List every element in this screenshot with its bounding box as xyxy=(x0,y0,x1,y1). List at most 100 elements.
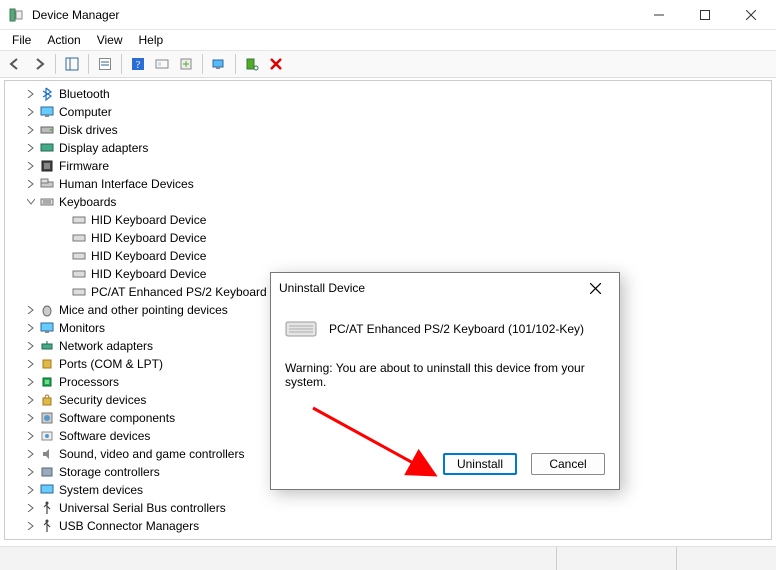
scan-hardware-button[interactable] xyxy=(208,53,230,75)
menubar: File Action View Help xyxy=(0,30,776,50)
tree-node-firmware[interactable]: Firmware xyxy=(5,157,771,175)
tree-node-hid-kb[interactable]: HID Keyboard Device xyxy=(5,211,771,229)
usb-icon xyxy=(39,518,55,534)
keyboard-icon xyxy=(39,194,55,210)
tree-label: Display adapters xyxy=(59,139,148,157)
chevron-right-icon[interactable] xyxy=(25,124,37,136)
cancel-button[interactable]: Cancel xyxy=(531,453,605,475)
tree-node-usb[interactable]: Universal Serial Bus controllers xyxy=(5,499,771,517)
sound-icon xyxy=(39,446,55,462)
chevron-right-icon[interactable] xyxy=(25,322,37,334)
tree-node-displayadapters[interactable]: Display adapters xyxy=(5,139,771,157)
tree-label: USB Connector Managers xyxy=(59,517,199,535)
tree-node-hid-kb[interactable]: HID Keyboard Device xyxy=(5,229,771,247)
tree-label: Security devices xyxy=(59,391,146,409)
chevron-right-icon[interactable] xyxy=(25,178,37,190)
tree-label: Universal Serial Bus controllers xyxy=(59,499,226,517)
chevron-right-icon[interactable] xyxy=(25,358,37,370)
dialog-titlebar: Uninstall Device xyxy=(271,273,619,303)
app-icon xyxy=(8,7,24,23)
update-driver-button[interactable] xyxy=(175,53,197,75)
toolbar: ? xyxy=(0,50,776,78)
chevron-right-icon[interactable] xyxy=(25,304,37,316)
keyboard-icon xyxy=(71,266,87,282)
uninstall-confirm-button[interactable]: Uninstall xyxy=(443,453,517,475)
chevron-right-icon[interactable] xyxy=(25,394,37,406)
menu-view[interactable]: View xyxy=(89,31,131,49)
tree-label: Processors xyxy=(59,373,119,391)
help-button[interactable]: ? xyxy=(127,53,149,75)
system-icon xyxy=(39,482,55,498)
cpu-icon xyxy=(39,374,55,390)
tree-node-keyboards[interactable]: Keyboards xyxy=(5,193,771,211)
tree-label: Bluetooth xyxy=(59,85,110,103)
menu-help[interactable]: Help xyxy=(131,31,172,49)
keyboard-icon xyxy=(71,248,87,264)
chevron-right-icon[interactable] xyxy=(25,376,37,388)
chevron-right-icon[interactable] xyxy=(25,502,37,514)
computer-icon xyxy=(39,104,55,120)
menu-action[interactable]: Action xyxy=(39,31,88,49)
tree-label: Disk drives xyxy=(59,121,118,139)
dialog-title: Uninstall Device xyxy=(279,281,365,295)
tree-node-hid-kb[interactable]: HID Keyboard Device xyxy=(5,247,771,265)
keyboard-icon xyxy=(71,230,87,246)
chevron-right-icon[interactable] xyxy=(25,448,37,460)
tree-label: Firmware xyxy=(59,157,109,175)
close-button[interactable] xyxy=(728,0,774,30)
software-icon xyxy=(39,428,55,444)
software-icon xyxy=(39,410,55,426)
tree-label: HID Keyboard Device xyxy=(91,265,206,283)
tree-node-diskdrives[interactable]: Disk drives xyxy=(5,121,771,139)
chevron-right-icon[interactable] xyxy=(25,430,37,442)
tree-label: Keyboards xyxy=(59,193,116,211)
tree-label: Sound, video and game controllers xyxy=(59,445,244,463)
chevron-right-icon[interactable] xyxy=(25,466,37,478)
tree-label: HID Keyboard Device xyxy=(91,211,206,229)
window-title: Device Manager xyxy=(32,8,119,22)
tree-label: Mice and other pointing devices xyxy=(59,301,228,319)
tree-label: Computer xyxy=(59,103,112,121)
dialog-device-name: PC/AT Enhanced PS/2 Keyboard (101/102-Ke… xyxy=(329,322,584,336)
chevron-right-icon[interactable] xyxy=(25,88,37,100)
chevron-right-icon[interactable] xyxy=(25,484,37,496)
monitor-icon xyxy=(39,320,55,336)
tree-label: HID Keyboard Device xyxy=(91,229,206,247)
display-adapter-icon xyxy=(39,140,55,156)
chevron-down-icon[interactable] xyxy=(25,196,37,208)
tree-node-usbconn[interactable]: USB Connector Managers xyxy=(5,517,771,535)
chevron-right-icon[interactable] xyxy=(25,340,37,352)
tree-node-bluetooth[interactable]: Bluetooth xyxy=(5,85,771,103)
minimize-button[interactable] xyxy=(636,0,682,30)
tree-node-hid[interactable]: Human Interface Devices xyxy=(5,175,771,193)
chevron-right-icon[interactable] xyxy=(25,412,37,424)
storage-icon xyxy=(39,464,55,480)
menu-file[interactable]: File xyxy=(4,31,39,49)
uninstall-dialog: Uninstall Device PC/AT Enhanced PS/2 Key… xyxy=(270,272,620,490)
chevron-right-icon[interactable] xyxy=(25,160,37,172)
chevron-right-icon[interactable] xyxy=(25,142,37,154)
tree-label: Monitors xyxy=(59,319,105,337)
mouse-icon xyxy=(39,302,55,318)
port-icon xyxy=(39,356,55,372)
maximize-button[interactable] xyxy=(682,0,728,30)
keyboard-icon xyxy=(285,317,317,341)
properties-button[interactable] xyxy=(94,53,116,75)
statusbar xyxy=(0,546,776,570)
forward-button[interactable] xyxy=(28,53,50,75)
toolbar-icon-2[interactable] xyxy=(151,53,173,75)
titlebar: Device Manager xyxy=(0,0,776,30)
tree-label: Human Interface Devices xyxy=(59,175,194,193)
tree-node-computer[interactable]: Computer xyxy=(5,103,771,121)
uninstall-button[interactable] xyxy=(265,53,287,75)
chevron-right-icon[interactable] xyxy=(25,520,37,532)
keyboard-icon xyxy=(71,284,87,300)
chevron-right-icon[interactable] xyxy=(25,106,37,118)
back-button[interactable] xyxy=(4,53,26,75)
show-hide-tree-button[interactable] xyxy=(61,53,83,75)
svg-text:?: ? xyxy=(136,60,141,71)
tree-label: System devices xyxy=(59,481,143,499)
dialog-close-button[interactable] xyxy=(579,276,611,300)
add-legacy-hardware-button[interactable] xyxy=(241,53,263,75)
keyboard-icon xyxy=(71,212,87,228)
